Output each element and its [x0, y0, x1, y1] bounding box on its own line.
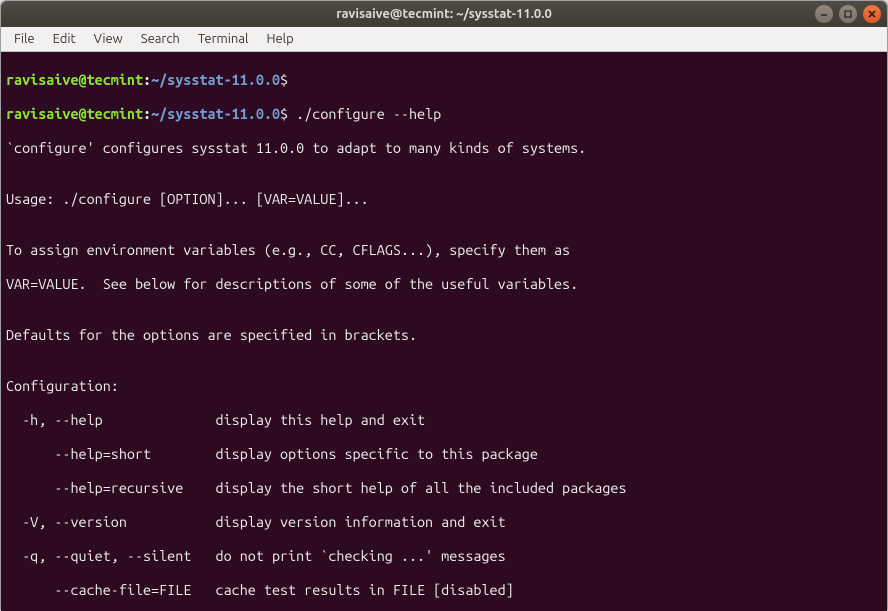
maximize-icon — [843, 9, 853, 19]
command-empty — [288, 72, 296, 88]
prompt-dollar: $ — [280, 72, 288, 88]
prompt-path: ~/sysstat-11.0.0 — [151, 106, 280, 122]
output-line: -V, --version display version informatio… — [6, 514, 882, 531]
command-configure: ./configure --help — [288, 106, 441, 122]
output-line: --cache-file=FILE cache test results in … — [6, 582, 882, 599]
prompt-colon: : — [143, 72, 151, 88]
output-line: Usage: ./configure [OPTION]... [VAR=VALU… — [6, 191, 882, 208]
minimize-button[interactable] — [815, 5, 833, 23]
prompt-dollar: $ — [280, 106, 288, 122]
output-line: --help=recursive display the short help … — [6, 480, 882, 497]
menu-search[interactable]: Search — [132, 29, 189, 49]
output-line: VAR=VALUE. See below for descriptions of… — [6, 276, 882, 293]
output-line: Defaults for the options are specified i… — [6, 327, 882, 344]
prompt-user-host: ravisaive@tecmint — [6, 106, 143, 122]
terminal-line: ravisaive@tecmint:~/sysstat-11.0.0$ — [6, 72, 882, 89]
window-titlebar: ravisaive@tecmint: ~/sysstat-11.0.0 — [1, 1, 887, 27]
menu-edit[interactable]: Edit — [44, 29, 85, 49]
terminal-line: ravisaive@tecmint:~/sysstat-11.0.0$ ./co… — [6, 106, 882, 123]
close-button[interactable] — [863, 5, 881, 23]
minimize-icon — [819, 9, 829, 19]
output-line: To assign environment variables (e.g., C… — [6, 242, 882, 259]
output-line: --help=short display options specific to… — [6, 446, 882, 463]
prompt-path: ~/sysstat-11.0.0 — [151, 72, 280, 88]
prompt-colon: : — [143, 106, 151, 122]
close-icon — [867, 9, 877, 19]
output-line: -q, --quiet, --silent do not print `chec… — [6, 548, 882, 565]
prompt-user-host: ravisaive@tecmint — [6, 72, 143, 88]
menu-terminal[interactable]: Terminal — [189, 29, 258, 49]
window-controls — [815, 5, 881, 23]
terminal-area[interactable]: ravisaive@tecmint:~/sysstat-11.0.0$ ravi… — [1, 52, 887, 611]
output-line: `configure' configures sysstat 11.0.0 to… — [6, 140, 882, 157]
window-title: ravisaive@tecmint: ~/sysstat-11.0.0 — [9, 7, 879, 21]
maximize-button[interactable] — [839, 5, 857, 23]
menu-view[interactable]: View — [85, 29, 132, 49]
menu-file[interactable]: File — [5, 29, 44, 49]
output-line: Configuration: — [6, 378, 882, 395]
menu-help[interactable]: Help — [257, 29, 302, 49]
menubar: File Edit View Search Terminal Help — [1, 27, 887, 52]
output-line: -h, --help display this help and exit — [6, 412, 882, 429]
